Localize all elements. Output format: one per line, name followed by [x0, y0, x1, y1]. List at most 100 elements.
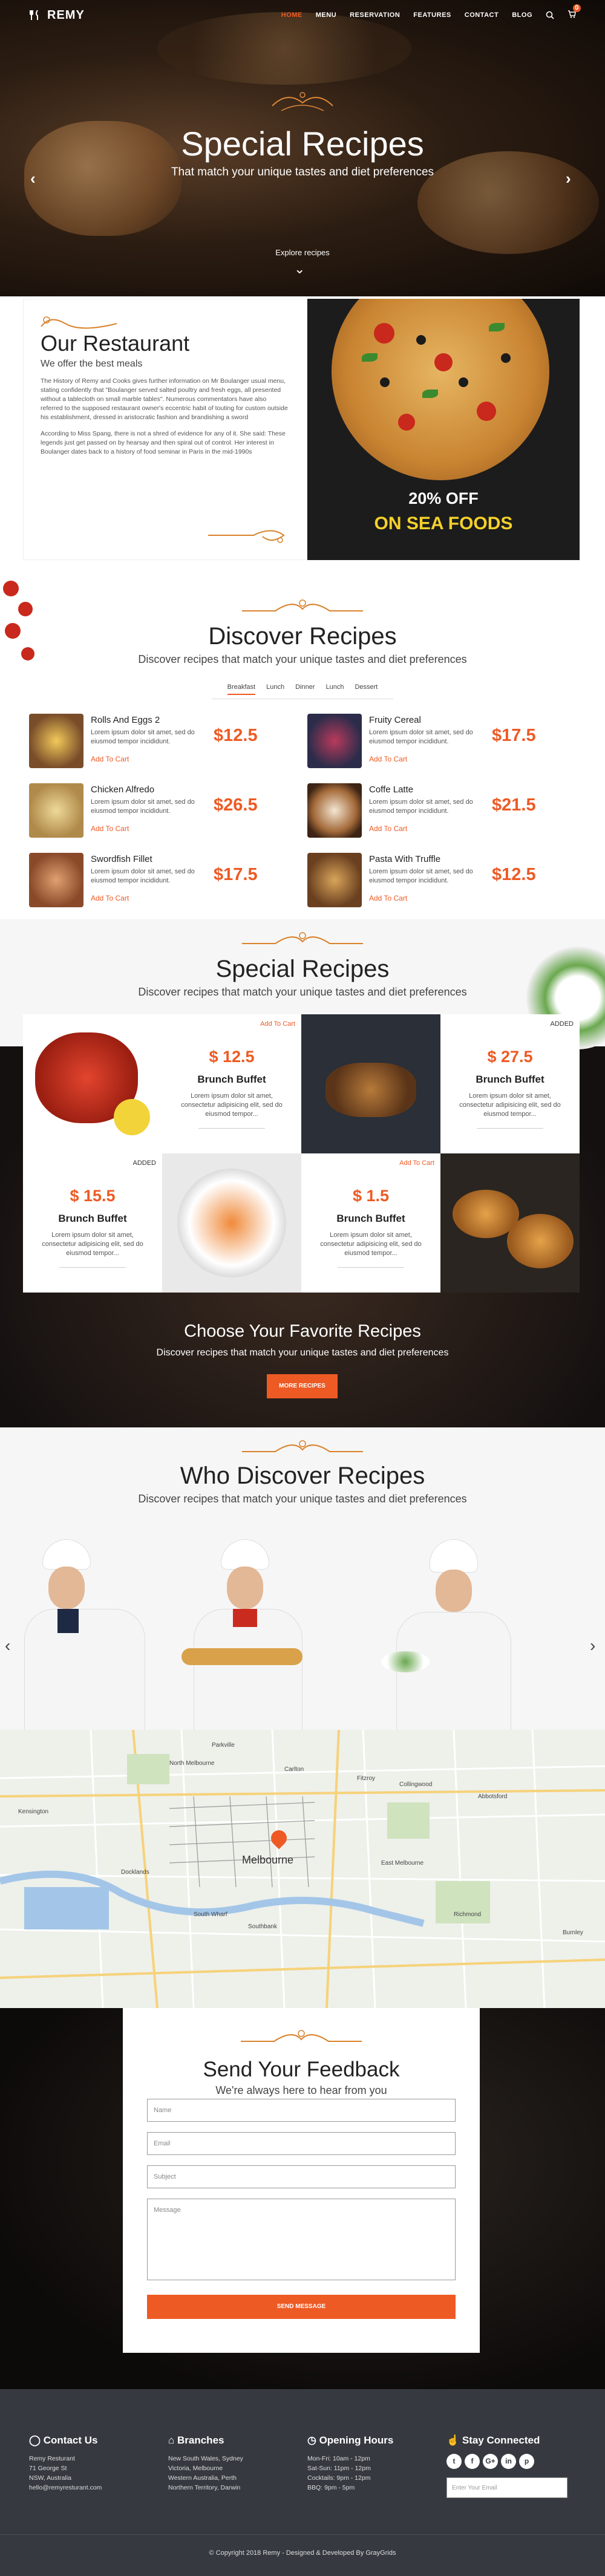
map-label: Kensington	[18, 1808, 49, 1815]
prev-slide-icon[interactable]: ‹	[30, 169, 36, 188]
cart-button[interactable]: 0	[567, 4, 581, 21]
item-name[interactable]: Pasta With Truffle	[369, 854, 440, 864]
chevron-down-icon[interactable]: ⌄	[294, 261, 305, 277]
chat-icon: ◯	[29, 2434, 44, 2446]
add-to-cart-button[interactable]: Add To Cart	[91, 824, 129, 833]
item-name[interactable]: Rolls And Eggs 2	[91, 715, 160, 725]
map-label: Carlton	[284, 1766, 304, 1773]
footer-text: Northern Territory, Darwin	[168, 2484, 241, 2491]
footer-text: Cocktails: 9pm - 12pm	[307, 2474, 371, 2482]
restaurant-subtitle: We offer the best meals	[41, 359, 143, 369]
twitter-icon[interactable]: t	[446, 2454, 462, 2469]
item-price: $12.5	[214, 726, 258, 745]
nav-blog[interactable]: BLOG	[512, 11, 532, 19]
recipe-card[interactable]: ADDED $ 15.5 Brunch Buffet Lorem ipsum d…	[23, 1153, 162, 1293]
location-map[interactable]: Melbourne North Melbourne Carlton Fitzro…	[0, 1730, 605, 2008]
map-label: North Melbourne	[169, 1760, 215, 1767]
tab-lunch-2[interactable]: Lunch	[325, 683, 344, 695]
footer-hours: ◷ Opening Hours Mon-Fri: 10am - 12pm Sat…	[307, 2434, 440, 2493]
footer-text: Remy Resturant	[29, 2455, 75, 2462]
add-to-cart-button[interactable]: Add To Cart	[369, 894, 407, 902]
footer-text: Sat-Sun: 11pm - 12pm	[307, 2465, 371, 2472]
ornament-icon	[272, 92, 333, 111]
add-to-cart-button[interactable]: Add To Cart	[91, 755, 129, 763]
add-to-cart-button[interactable]: Add To Cart	[260, 1020, 295, 1028]
explore-link[interactable]: Explore recipes	[0, 248, 605, 257]
item-desc: Lorem ipsum dolor sit amet, sed do eiusm…	[91, 798, 195, 815]
card-price: $ 12.5	[209, 1048, 255, 1066]
newsletter-email-input[interactable]: Enter Your Email	[446, 2477, 567, 2498]
top-navbar: REMY HOME MENU RESERVATION FEATURES CONT…	[0, 0, 605, 30]
tab-dessert[interactable]: Dessert	[355, 683, 378, 695]
tab-dinner[interactable]: Dinner	[295, 683, 315, 695]
add-to-cart-button[interactable]: Add To Cart	[399, 1159, 434, 1167]
google-plus-icon[interactable]: G+	[483, 2454, 498, 2469]
prev-chef-icon[interactable]: ‹	[5, 1636, 10, 1655]
nav-menu[interactable]: MENU	[316, 11, 336, 19]
item-price: $17.5	[214, 865, 258, 884]
map-label: Fitzroy	[357, 1775, 375, 1782]
footer-heading: Stay Connected	[462, 2434, 540, 2446]
ornament-icon	[41, 316, 117, 329]
linkedin-icon[interactable]: in	[501, 2454, 516, 2469]
recipe-card[interactable]: Add To Cart $ 12.5 Brunch Buffet Lorem i…	[162, 1014, 301, 1153]
nav-home[interactable]: HOME	[281, 11, 302, 19]
footer-contact: ◯ Contact Us Remy Resturant 71 George St…	[29, 2434, 162, 2493]
recipe-card[interactable]: Add To Cart $ 1.5 Brunch Buffet Lorem ip…	[301, 1153, 440, 1293]
hero-title: Special Recipes	[181, 125, 424, 163]
hero-subtitle: That match your unique tastes and diet p…	[171, 166, 434, 178]
send-message-button[interactable]: SEND MESSAGE	[147, 2295, 456, 2319]
pinterest-icon[interactable]: p	[519, 2454, 534, 2469]
next-slide-icon[interactable]: ›	[566, 169, 571, 188]
name-field[interactable]: Name	[147, 2099, 456, 2122]
tab-breakfast[interactable]: Breakfast	[227, 683, 256, 695]
footer-text: BBQ: 9pm - 5pm	[307, 2484, 355, 2491]
email-field[interactable]: Email	[147, 2132, 456, 2155]
map-city-label: Melbourne	[242, 1854, 294, 1866]
message-field[interactable]: Message	[147, 2199, 456, 2280]
footer-email-link[interactable]: hello@remyresturant.com	[29, 2483, 162, 2493]
item-name[interactable]: Chicken Alfredo	[91, 784, 154, 795]
add-to-cart-button[interactable]: Add To Cart	[369, 755, 407, 763]
nav-contact[interactable]: CONTACT	[465, 11, 499, 19]
facebook-icon[interactable]: f	[465, 2454, 480, 2469]
thumbs-up-icon: ☝	[446, 2434, 462, 2446]
footer-text: 71 George St	[29, 2465, 67, 2472]
card-desc: Lorem ipsum dolor sit amet, consectetur …	[181, 1092, 283, 1118]
hero-banner: Special Recipes That match your unique t…	[0, 0, 605, 296]
map-label: Southbank	[248, 1923, 277, 1930]
card-price: $ 27.5	[487, 1048, 533, 1066]
added-status[interactable]: ADDED	[550, 1020, 574, 1028]
promo-banner[interactable]: 20% OFF ON SEA FOODS	[307, 299, 580, 560]
added-status[interactable]: ADDED	[132, 1159, 156, 1167]
footer-text: Victoria, Melbourne	[168, 2465, 223, 2472]
add-to-cart-button[interactable]: Add To Cart	[369, 824, 407, 833]
add-to-cart-button[interactable]: Add To Cart	[91, 894, 129, 902]
item-price: $12.5	[492, 865, 536, 884]
item-name[interactable]: Swordfish Fillet	[91, 854, 152, 864]
food-image	[307, 714, 362, 768]
list-item: Coffe Latte Lorem ipsum dolor sit amet, …	[307, 783, 549, 838]
subject-field[interactable]: Subject	[147, 2165, 456, 2188]
copyright: © Copyright 2018 Remy - Designed & Devel…	[209, 2549, 396, 2557]
feedback-title: Send Your Feedback	[203, 2058, 400, 2081]
restaurant-info: Our Restaurant We offer the best meals T…	[23, 299, 307, 560]
footer-heading: Opening Hours	[319, 2434, 394, 2446]
tab-lunch[interactable]: Lunch	[266, 683, 284, 695]
logo[interactable]: REMY	[29, 8, 85, 22]
recipe-card[interactable]: ADDED $ 27.5 Brunch Buffet Lorem ipsum d…	[440, 1014, 580, 1153]
footer-text: Mon-Fri: 10am - 12pm	[307, 2455, 370, 2462]
ornament-icon	[242, 932, 363, 944]
map-label: Parkville	[212, 1742, 235, 1749]
next-chef-icon[interactable]: ›	[590, 1636, 595, 1655]
item-name[interactable]: Fruity Cereal	[369, 715, 421, 725]
more-recipes-button[interactable]: MORE RECIPES	[267, 1374, 338, 1398]
nav-features[interactable]: FEATURES	[413, 11, 451, 19]
item-name[interactable]: Coffe Latte	[369, 784, 413, 795]
search-icon[interactable]	[546, 11, 554, 19]
food-image	[307, 853, 362, 907]
chef-image	[182, 1539, 309, 1733]
ornament-icon	[242, 1440, 363, 1452]
item-desc: Lorem ipsum dolor sit amet, sed do eiusm…	[369, 798, 473, 815]
nav-reservation[interactable]: RESERVATION	[350, 11, 400, 19]
